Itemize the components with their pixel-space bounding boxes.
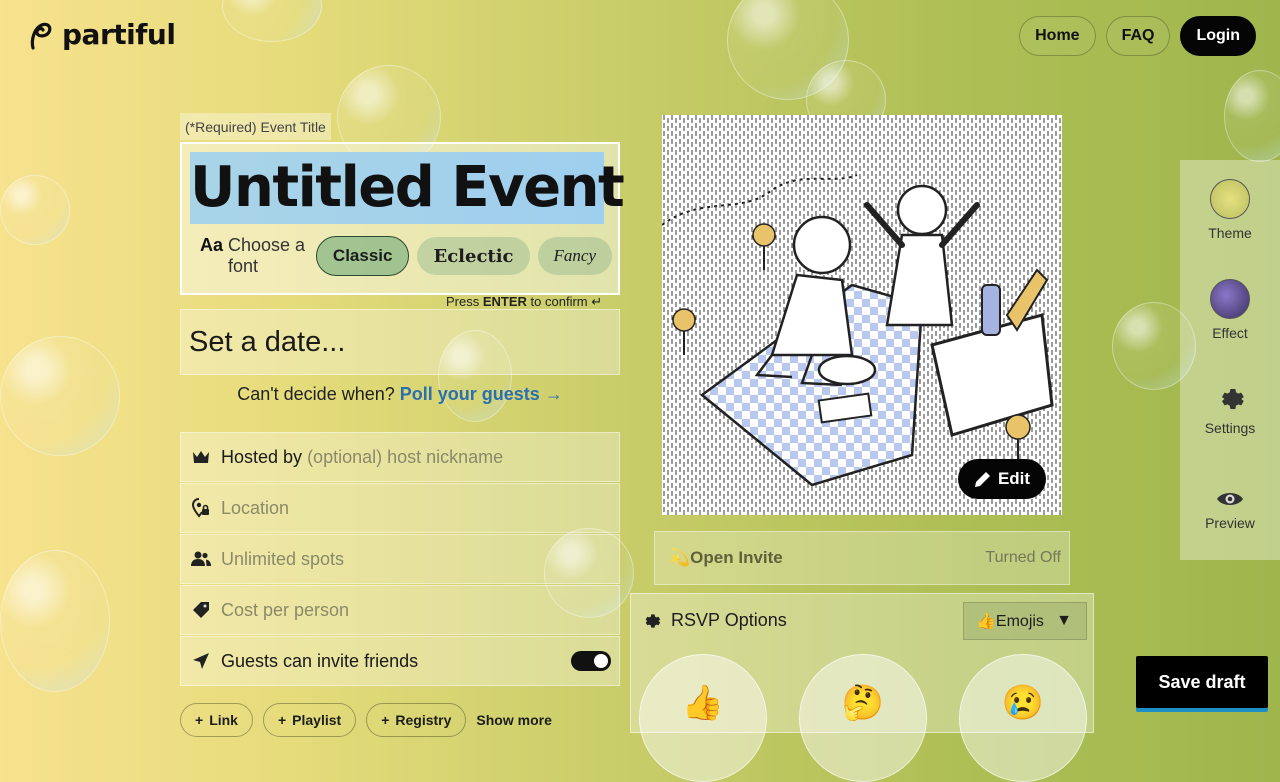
- font-picker-label: Aa Choose a font: [200, 236, 306, 276]
- spots-field[interactable]: Unlimited spots: [180, 534, 620, 584]
- partiful-logo-icon: [30, 22, 52, 50]
- enter-hint: Press ENTER to confirm ↵: [446, 294, 603, 309]
- price-tag-icon: [181, 601, 221, 619]
- gear-icon: [645, 613, 661, 628]
- crown-icon: [181, 450, 221, 464]
- rsvp-option-cant-go[interactable]: 😢: [959, 654, 1087, 782]
- customize-sidebar: Theme Effect Settings Preview: [1180, 160, 1280, 560]
- font-option-fancy[interactable]: Fancy: [537, 237, 612, 275]
- location-field[interactable]: Location: [180, 483, 620, 533]
- font-picker: Aa Choose a font Classic Eclectic Fancy: [190, 236, 612, 276]
- font-option-classic[interactable]: Classic: [315, 236, 410, 276]
- add-chips-row: + Link + Playlist + Registry Show more: [180, 703, 552, 737]
- edit-image-button[interactable]: Edit: [958, 459, 1046, 499]
- people-icon: [181, 551, 221, 567]
- top-nav: Home FAQ Login: [1019, 16, 1256, 56]
- show-more-link[interactable]: Show more: [476, 712, 551, 728]
- open-invite-label: 💫Open Invite: [669, 548, 783, 567]
- open-invite-row[interactable]: 💫Open Invite Turned Off: [654, 531, 1070, 585]
- hosted-by-placeholder: (optional) host nickname: [307, 446, 504, 467]
- home-button[interactable]: Home: [1019, 16, 1096, 56]
- rsvp-style-dropdown[interactable]: 👍Emojis ▼: [963, 602, 1087, 640]
- bubble-decoration: [0, 175, 70, 245]
- sidebar-item-theme[interactable]: Theme: [1180, 160, 1280, 260]
- partiful-logo[interactable]: partiful: [28, 18, 176, 51]
- bubble-decoration: [1224, 70, 1280, 162]
- gear-icon: [1222, 389, 1244, 409]
- rsvp-options-title: RSVP Options: [641, 610, 787, 631]
- effect-icon: [1210, 279, 1250, 319]
- rsvp-option-maybe[interactable]: 🤔: [799, 654, 927, 782]
- plus-icon: +: [381, 712, 390, 728]
- event-poster-image[interactable]: [662, 115, 1062, 515]
- cost-field[interactable]: Cost per person: [180, 585, 620, 635]
- theme-icon: [1210, 179, 1250, 219]
- location-lock-icon: [181, 498, 221, 518]
- event-title-input[interactable]: Untitled Event: [190, 152, 625, 224]
- pencil-icon: [974, 471, 990, 487]
- hosted-by-field[interactable]: Hosted by (optional) host nickname: [180, 432, 620, 482]
- save-draft-button[interactable]: Save draft: [1136, 656, 1268, 708]
- sidebar-item-preview[interactable]: Preview: [1180, 460, 1280, 560]
- enter-key-icon: ↵: [591, 294, 603, 309]
- event-title-editor[interactable]: Untitled Event Aa Choose a font Classic …: [180, 142, 625, 295]
- guests-invite-field: Guests can invite friends: [180, 636, 620, 686]
- send-icon: [181, 652, 221, 670]
- poll-guests-line: Can't decide when? Poll your guests →: [237, 384, 563, 404]
- picnic-illustration: [662, 115, 1062, 515]
- bubble-decoration: [0, 550, 110, 692]
- font-option-eclectic[interactable]: Eclectic: [417, 237, 530, 275]
- sidebar-item-settings[interactable]: Settings: [1180, 360, 1280, 460]
- bubble-decoration: [727, 0, 849, 100]
- poll-guests-link[interactable]: Poll your guests →: [400, 384, 563, 404]
- login-button[interactable]: Login: [1180, 16, 1256, 56]
- rsvp-option-going[interactable]: 👍: [639, 654, 767, 782]
- chevron-down-icon: ▼: [1056, 612, 1072, 629]
- add-link-chip[interactable]: + Link: [180, 703, 253, 737]
- add-playlist-chip[interactable]: + Playlist: [262, 703, 357, 737]
- bubble-decoration: [222, 0, 322, 42]
- sidebar-item-effect[interactable]: Effect: [1180, 260, 1280, 360]
- guests-invite-toggle[interactable]: [571, 651, 611, 671]
- faq-button[interactable]: FAQ: [1105, 16, 1171, 56]
- event-title-label: (*Required) Event Title: [180, 113, 331, 140]
- eye-icon: [1217, 493, 1243, 505]
- add-registry-chip[interactable]: + Registry: [366, 703, 467, 737]
- date-input[interactable]: Set a date...: [180, 309, 620, 375]
- open-invite-status: Turned Off: [985, 549, 1061, 566]
- rsvp-options-panel: RSVP Options 👍Emojis ▼ 👍 🤔 😢: [630, 593, 1094, 782]
- brand-name: partiful: [62, 18, 176, 51]
- font-icon: Aa: [200, 236, 224, 255]
- comet-icon: 💫: [669, 548, 691, 567]
- bubble-decoration: [0, 336, 120, 456]
- plus-icon: +: [195, 712, 204, 728]
- plus-icon: +: [277, 712, 287, 728]
